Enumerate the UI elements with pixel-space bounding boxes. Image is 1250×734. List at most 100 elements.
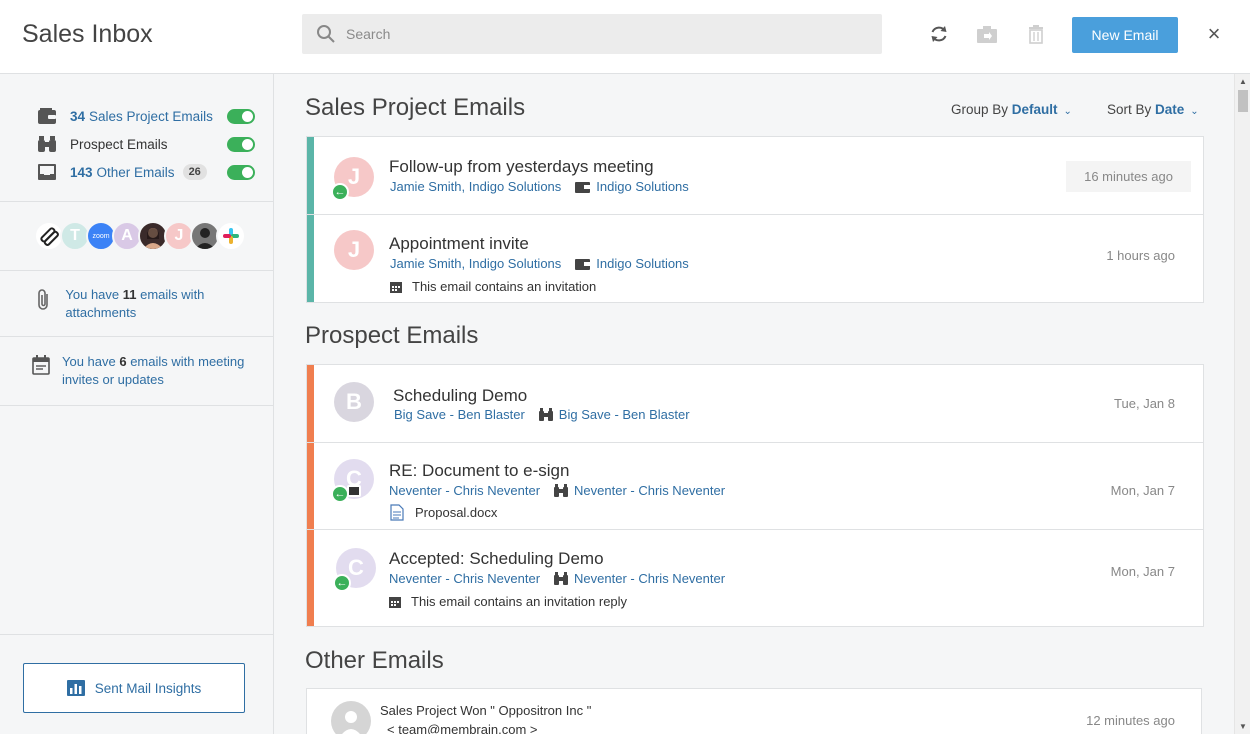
inbox-icon: [36, 162, 58, 182]
avatar: [331, 701, 371, 734]
calendar-icon: [390, 281, 402, 293]
prospect-link[interactable]: Chris Neventer: [638, 571, 725, 586]
company-link[interactable]: Indigo Solutions: [469, 179, 562, 194]
wallet-icon: [347, 485, 361, 497]
invites-text[interactable]: You have 6 emails with meeting invites o…: [62, 353, 273, 405]
contact-link[interactable]: Jamie Smith: [390, 179, 462, 194]
calendar-icon: [389, 596, 401, 608]
close-icon[interactable]: ×: [1204, 23, 1224, 45]
contact-link[interactable]: Big Save - Ben Blaster: [394, 407, 525, 422]
attachments-insight[interactable]: You have 11 emails with attachments: [0, 271, 273, 337]
wallet-icon: [575, 258, 591, 270]
reply-arrow-icon: ←: [331, 183, 349, 201]
reply-arrow-icon: ←: [333, 574, 351, 592]
chevron-down-icon: ⌄: [1063, 106, 1072, 117]
filter-label[interactable]: Sales Project Emails: [89, 109, 213, 124]
search-box[interactable]: [302, 14, 882, 54]
prospect-list: B Scheduling Demo Big Save - Ben Blaster…: [306, 364, 1204, 627]
document-icon: [390, 504, 404, 521]
prospect-link[interactable]: Chris Neventer: [638, 483, 725, 498]
company-link[interactable]: Indigo Solutions: [469, 256, 562, 271]
project-link[interactable]: Indigo Solutions: [596, 256, 689, 271]
section-title-other: Other Emails: [305, 647, 444, 674]
email-time: 12 minutes ago: [1086, 713, 1175, 728]
wallet-icon: [575, 181, 591, 193]
filter-toggle[interactable]: [227, 165, 255, 180]
calendar-icon: [32, 353, 50, 405]
scrollbar[interactable]: ▲ ▼: [1234, 74, 1250, 734]
avatar: B: [334, 382, 374, 422]
email-subject[interactable]: Appointment invite: [389, 234, 529, 254]
filter-toggle[interactable]: [227, 109, 255, 124]
slack-avatar[interactable]: [216, 221, 246, 251]
row-stripe: [307, 137, 314, 214]
contact-link[interactable]: Chris Neventer: [453, 483, 540, 498]
email-row[interactable]: J Appointment invite Jamie Smith, Indigo…: [307, 215, 1203, 302]
chevron-down-icon: ⌄: [1190, 106, 1199, 117]
wallet-icon: [36, 106, 58, 126]
prospect-company-link[interactable]: Neventer -: [574, 483, 635, 498]
row-stripe: [307, 443, 314, 529]
email-time: Mon, Jan 7: [1110, 483, 1175, 498]
scroll-up-arrow-icon[interactable]: ▲: [1239, 77, 1247, 86]
sent-mail-insights-button[interactable]: Sent Mail Insights: [23, 663, 245, 713]
filter-toggle[interactable]: [227, 137, 255, 152]
email-time: 16 minutes ago: [1066, 161, 1191, 192]
prospect-link[interactable]: Big Save - Ben Blaster: [559, 407, 690, 422]
email-from: < team@membrain.com >: [387, 722, 538, 734]
filter-label[interactable]: Other Emails: [97, 165, 175, 180]
invites-insight[interactable]: You have 6 emails with meeting invites o…: [0, 337, 273, 406]
binoculars-icon: [36, 134, 58, 154]
other-list: Sales Project Won " Oppositron Inc " < t…: [306, 688, 1202, 734]
contact-link[interactable]: Chris Neventer: [453, 571, 540, 586]
email-row[interactable]: C ← Accepted: Scheduling Demo Neventer -…: [307, 530, 1203, 626]
email-subject[interactable]: RE: Document to e-sign: [389, 461, 569, 481]
filter-sales-project[interactable]: 34 Sales Project Emails: [36, 102, 273, 130]
email-subject[interactable]: Accepted: Scheduling Demo: [389, 549, 604, 569]
sent-mail-insights-label: Sent Mail Insights: [94, 680, 202, 696]
sort-by-dropdown[interactable]: Sort By Date ⌄: [1107, 102, 1199, 117]
trash-icon[interactable]: [1024, 22, 1048, 46]
avatar: J: [334, 230, 374, 270]
prospect-company-link[interactable]: Neventer -: [574, 571, 635, 586]
filter-label[interactable]: Prospect Emails: [70, 137, 168, 152]
email-subject[interactable]: Scheduling Demo: [393, 386, 527, 406]
move-icon[interactable]: [975, 22, 999, 46]
attachment-item[interactable]: Proposal.docx: [389, 504, 497, 521]
email-time: Tue, Jan 8: [1114, 396, 1175, 411]
email-row[interactable]: B Scheduling Demo Big Save - Ben Blaster…: [307, 365, 1203, 443]
email-meta: Big Save - Ben Blaster Big Save - Ben Bl…: [394, 407, 690, 422]
search-input[interactable]: [346, 26, 846, 42]
binoculars-icon: [538, 408, 553, 421]
row-stripe: [307, 530, 314, 626]
email-subject[interactable]: Follow-up from yesterdays meeting: [389, 157, 654, 177]
filter-prospect[interactable]: Prospect Emails: [36, 130, 273, 158]
filter-count: 143: [70, 164, 93, 180]
email-row[interactable]: C ← RE: Document to e-sign Neventer - Ch…: [307, 443, 1203, 530]
row-stripe: [307, 215, 314, 302]
email-meta: Neventer - Chris Neventer Neventer - Chr…: [389, 571, 725, 586]
new-email-button[interactable]: New Email: [1072, 17, 1178, 53]
project-link[interactable]: Indigo Solutions: [596, 179, 689, 194]
binoculars-icon: [554, 572, 569, 585]
bar-chart-icon: [66, 680, 85, 696]
binoculars-icon: [554, 484, 569, 497]
email-row[interactable]: Sales Project Won " Oppositron Inc " < t…: [307, 689, 1201, 734]
company-link[interactable]: Neventer -: [389, 483, 450, 498]
search-icon: [317, 25, 335, 43]
email-row[interactable]: J ← Follow-up from yesterdays meeting Ja…: [307, 137, 1203, 215]
unread-badge: 26: [182, 164, 207, 180]
scroll-down-arrow-icon[interactable]: ▼: [1239, 722, 1247, 731]
refresh-icon[interactable]: [927, 22, 951, 46]
email-meta: Neventer - Chris Neventer Neventer - Chr…: [389, 483, 725, 498]
filter-other[interactable]: 143 Other Emails 26: [36, 158, 273, 186]
group-by-dropdown[interactable]: Group By Default ⌄: [951, 102, 1072, 117]
email-note: This email contains an invitation: [390, 279, 596, 294]
attachments-text[interactable]: You have 11 emails with attachments: [65, 286, 273, 336]
contact-link[interactable]: Jamie Smith: [390, 256, 462, 271]
scroll-thumb[interactable]: [1238, 90, 1248, 112]
company-link[interactable]: Neventer -: [389, 571, 450, 586]
avatar-strip: T zoom A J: [0, 202, 273, 271]
section-title-sales-project: Sales Project Emails: [305, 94, 526, 121]
email-subject[interactable]: Sales Project Won " Oppositron Inc ": [380, 703, 591, 718]
